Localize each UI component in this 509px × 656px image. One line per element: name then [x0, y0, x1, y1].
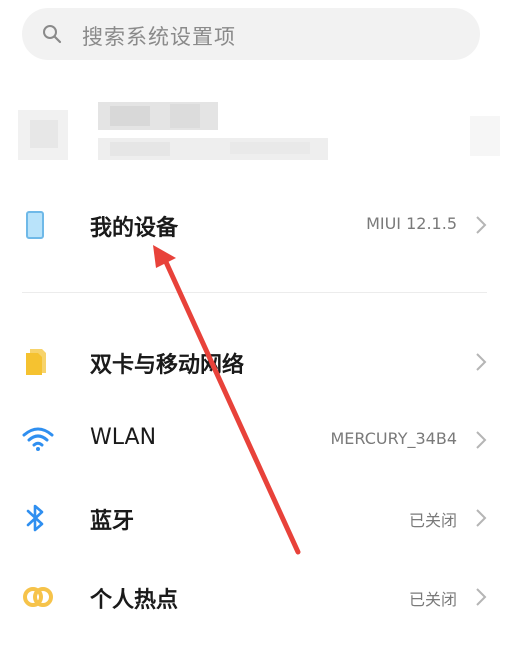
setting-value: 已关闭 — [408, 511, 457, 530]
device-icon — [26, 211, 44, 239]
chevron-right-icon — [476, 216, 487, 234]
search-icon — [43, 25, 62, 44]
setting-sim-network[interactable]: 双卡与移动网络 — [0, 332, 509, 392]
search-bar[interactable]: 搜索系统设置项 — [22, 8, 480, 60]
chevron-right-icon — [476, 353, 487, 371]
setting-value: MERCURY_34B4 — [330, 429, 458, 448]
setting-label: WLAN — [90, 425, 157, 450]
account-info-blurred[interactable] — [0, 88, 509, 184]
search-placeholder: 搜索系统设置项 — [82, 25, 236, 49]
setting-label: 个人热点 — [90, 588, 179, 613]
setting-label: 双卡与移动网络 — [90, 353, 245, 378]
divider — [22, 292, 487, 293]
chevron-right-icon — [476, 431, 487, 449]
sim-card-icon — [26, 349, 46, 375]
setting-value: 已关闭 — [408, 590, 457, 609]
chevron-right-icon — [476, 588, 487, 606]
setting-label: 我的设备 — [90, 216, 179, 241]
setting-my-device[interactable]: 我的设备 MIUI 12.1.5 — [0, 195, 509, 255]
setting-value: MIUI 12.1.5 — [366, 214, 457, 233]
chevron-right-icon — [476, 509, 487, 527]
bluetooth-icon — [26, 504, 44, 532]
setting-bluetooth[interactable]: 蓝牙 已关闭 — [0, 488, 509, 548]
wifi-icon — [22, 427, 54, 451]
hotspot-icon — [23, 587, 53, 607]
setting-hotspot[interactable]: 个人热点 已关闭 — [0, 567, 509, 627]
setting-wlan[interactable]: WLAN MERCURY_34B4 — [0, 410, 509, 470]
setting-label: 蓝牙 — [90, 509, 135, 534]
